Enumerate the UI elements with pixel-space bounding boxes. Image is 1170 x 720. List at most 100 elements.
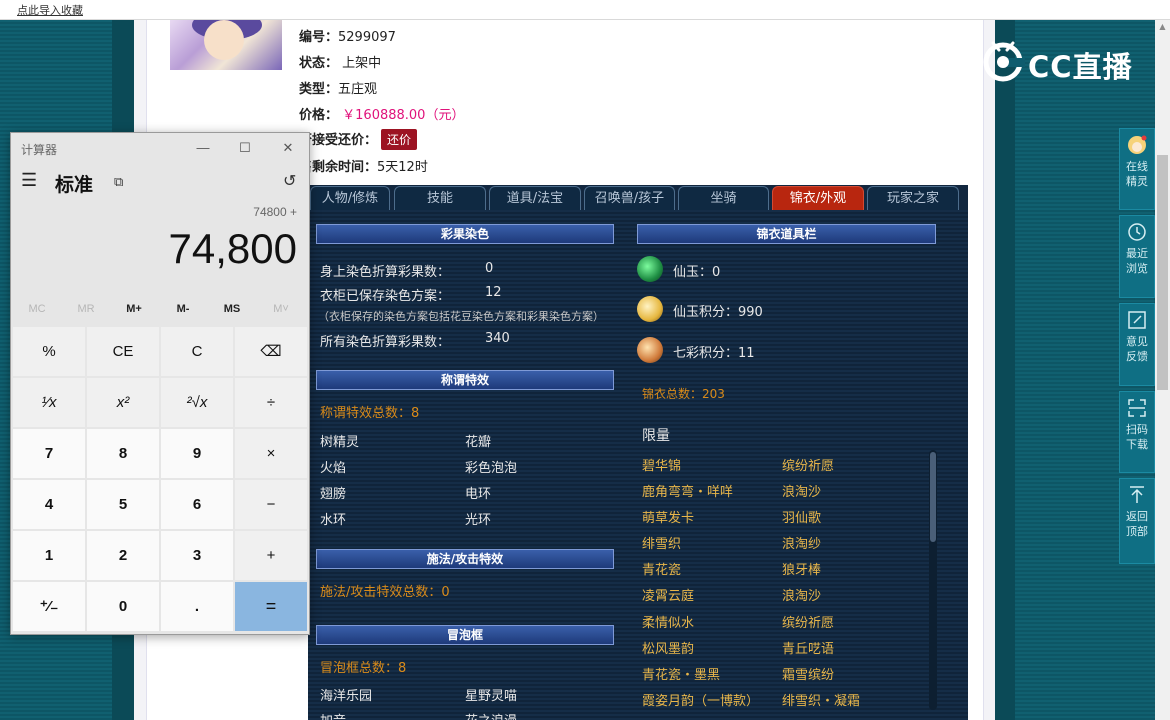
listing-price: 价格： ￥160888.00（元）	[299, 108, 465, 123]
right-decor-panel	[995, 20, 1015, 720]
memory-store-button[interactable]: MS	[208, 303, 256, 315]
rainbow-points: 七彩积分：11	[673, 346, 755, 361]
bubble-item: 花之浪漫	[465, 710, 517, 720]
listing-type: 类型：五庄观	[299, 82, 378, 97]
limited-item: 萌草发卡	[642, 511, 695, 526]
keep-on-top-icon[interactable]: ⧉	[114, 174, 123, 190]
decimal-button[interactable]: .	[161, 582, 233, 631]
title-effect-item: 水环	[320, 513, 347, 528]
title-effect-item: 花瓣	[465, 435, 492, 450]
digit-2-button[interactable]: 2	[87, 531, 159, 580]
price-value: ￥160888.00（元）	[342, 108, 465, 123]
limited-list-scroll-thumb[interactable]	[930, 452, 936, 542]
calculator-mode: 标准	[55, 175, 94, 196]
tab-mounts[interactable]: 坐骑	[678, 186, 769, 210]
dye-row-label: 所有染色折算彩果数：	[320, 335, 451, 350]
scan-icon	[1128, 399, 1146, 417]
sidebar-feedback[interactable]: 意见 反馈	[1119, 303, 1155, 386]
tab-items[interactable]: 道具/法宝	[489, 186, 581, 210]
limited-item: 松风墨韵	[642, 642, 695, 657]
import-bookmarks-link[interactable]: 点此导入收藏	[17, 2, 83, 18]
limited-item: 绯雪织	[642, 537, 682, 552]
haggle-button[interactable]: 还价	[381, 129, 418, 150]
calculator-expression: 74800 +	[253, 205, 297, 219]
sidebar-recent[interactable]: 最近 浏览	[1119, 215, 1155, 298]
maximize-icon[interactable]: ☐	[233, 137, 257, 159]
tab-outfits[interactable]: 锦衣/外观	[772, 186, 864, 210]
outfit-bar-section-title: 锦衣道具栏	[637, 224, 936, 244]
tab-character[interactable]: 人物/修炼	[310, 186, 390, 210]
subtract-button[interactable]: −	[235, 480, 307, 529]
sidebar-scan-download[interactable]: 扫码 下载	[1119, 391, 1155, 473]
add-button[interactable]: +	[235, 531, 307, 580]
jade-points-icon	[637, 296, 663, 322]
limited-item: 青花瓷・墨黑	[642, 668, 721, 683]
digit-8-button[interactable]: 8	[87, 429, 159, 478]
negate-button[interactable]: ⁺⁄₋	[13, 582, 85, 631]
multiply-button[interactable]: ×	[235, 429, 307, 478]
limited-item: 狼牙棒	[782, 563, 822, 578]
memory-subtract-button[interactable]: M-	[159, 303, 207, 315]
calculator-window: 计算器 — ☐ ✕ ☰ 标准 ⧉ ↺ 74800 + 74,800 MC MR …	[10, 132, 310, 635]
sidebar-online-assistant[interactable]: 在线 精灵	[1119, 128, 1155, 210]
dye-row-label: 身上染色折算彩果数：	[320, 265, 451, 280]
digit-0-button[interactable]: 0	[87, 582, 159, 631]
title-effect-item: 彩色泡泡	[465, 461, 518, 476]
limited-item: 凌霄云庭	[642, 589, 695, 604]
digit-6-button[interactable]: 6	[161, 480, 233, 529]
scroll-up-icon[interactable]: ▲	[1157, 22, 1168, 32]
digit-3-button[interactable]: 3	[161, 531, 233, 580]
memory-list-button[interactable]: M˅	[257, 303, 305, 315]
listing-id: 编号：5299097	[299, 30, 396, 45]
limited-item: 羽仙歌	[782, 511, 822, 526]
tab-player-home[interactable]: 玩家之家	[867, 186, 959, 210]
title-effects-total: 称谓特效总数：8	[320, 406, 420, 421]
calculator-title: 计算器	[21, 143, 58, 157]
limited-item: 绯雪织・凝霜	[782, 694, 861, 709]
menu-icon[interactable]: ☰	[21, 170, 37, 191]
memory-clear-button[interactable]: MC	[13, 303, 61, 315]
title-effect-item: 翅膀	[320, 487, 347, 502]
tab-skills[interactable]: 技能	[394, 186, 486, 210]
title-effect-item: 光环	[465, 513, 492, 528]
limited-item: 霜雪缤纷	[782, 668, 835, 683]
limited-item: 青丘呓语	[782, 642, 835, 657]
sidebar-back-to-top[interactable]: 返回 顶部	[1119, 478, 1155, 564]
spell-effects-total: 施法/攻击特效总数：0	[320, 585, 450, 600]
character-avatar	[170, 20, 282, 70]
percent-button[interactable]: %	[13, 327, 85, 376]
bubble-total: 冒泡框总数：8	[320, 661, 407, 676]
history-icon[interactable]: ↺	[283, 171, 296, 191]
digit-1-button[interactable]: 1	[13, 531, 85, 580]
logo-text: CC直播	[1028, 50, 1133, 84]
backspace-button[interactable]: ⌫	[235, 327, 307, 376]
clear-entry-button[interactable]: CE	[87, 327, 159, 376]
spell-effects-section-title: 施法/攻击特效	[316, 549, 614, 569]
reciprocal-button[interactable]: ¹⁄x	[13, 378, 85, 427]
title-effect-item: 树精灵	[320, 435, 360, 450]
memory-recall-button[interactable]: MR	[62, 303, 110, 315]
equals-button[interactable]: =	[235, 582, 307, 631]
limited-item: 浪淘沙	[782, 589, 822, 604]
memory-add-button[interactable]: M+	[110, 303, 158, 315]
limited-item: 霞姿月韵（一博款）	[642, 694, 760, 709]
digit-9-button[interactable]: 9	[161, 429, 233, 478]
square-button[interactable]: x²	[87, 378, 159, 427]
bubble-item: 加音	[320, 710, 346, 720]
limited-item: 浪淘纱	[782, 537, 822, 552]
browser-scroll-thumb[interactable]	[1157, 155, 1168, 390]
digit-7-button[interactable]: 7	[13, 429, 85, 478]
limited-label: 限量	[642, 428, 670, 444]
tab-pets[interactable]: 召唤兽/孩子	[584, 186, 675, 210]
digit-4-button[interactable]: 4	[13, 480, 85, 529]
clear-button[interactable]: C	[161, 327, 233, 376]
bubble-section-title: 冒泡框	[316, 625, 614, 645]
square-root-button[interactable]: ²√x	[161, 378, 233, 427]
close-icon[interactable]: ✕	[276, 137, 300, 159]
dye-row-value: 12	[485, 285, 502, 300]
limited-item: 鹿角弯弯・咩咩	[642, 485, 734, 500]
digit-5-button[interactable]: 5	[87, 480, 159, 529]
divide-button[interactable]: ÷	[235, 378, 307, 427]
limited-item: 青花瓷	[642, 563, 682, 578]
minimize-icon[interactable]: —	[191, 137, 215, 159]
